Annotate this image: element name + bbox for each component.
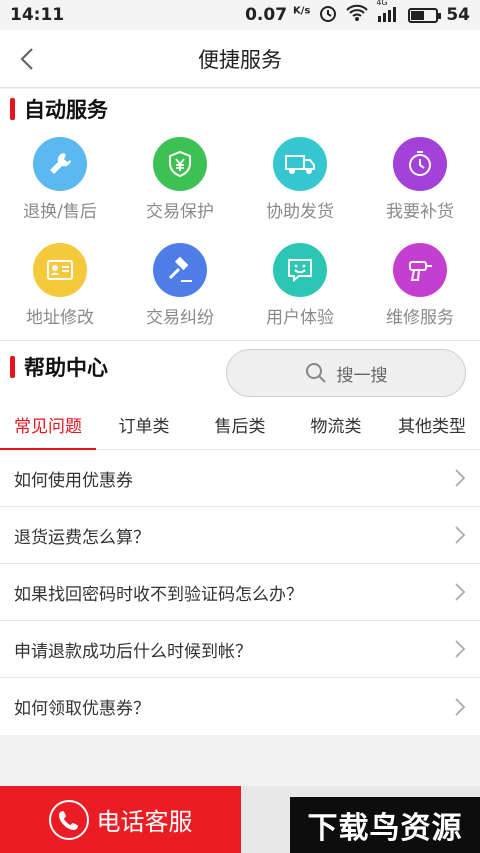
service-label: 交易保护 — [146, 202, 214, 222]
chevron-right-icon — [455, 697, 466, 716]
bottom-right-area: 下载鸟资源 — [241, 786, 480, 853]
list-item[interactable]: 申请退款成功后什么时候到帐？ — [0, 621, 480, 678]
status-time: 14:11 — [10, 5, 65, 25]
service-label: 地址修改 — [26, 308, 94, 328]
bottom-bar: 电话客服 下载鸟资源 — [0, 786, 480, 853]
tab-logistics[interactable]: 物流类 — [288, 400, 384, 449]
service-user-experience[interactable]: 用户体验 — [240, 235, 360, 341]
faq-question: 如何领取优惠券？ — [14, 699, 150, 719]
page-title: 便捷服务 — [198, 47, 282, 72]
service-circle — [273, 137, 327, 191]
service-returns[interactable]: 退换/售后 — [0, 129, 120, 235]
list-item[interactable]: 退货运费怎么算？ — [0, 507, 480, 564]
phone-service-button[interactable]: 电话客服 — [0, 786, 241, 853]
service-circle — [33, 137, 87, 191]
shield-yen-icon — [169, 150, 191, 178]
chevron-right-icon — [455, 583, 466, 601]
auto-service-header: 自动服务 — [0, 89, 480, 129]
service-label: 用户体验 — [266, 308, 334, 328]
network-type: 4G — [376, 0, 388, 7]
chevron-right-icon — [455, 526, 466, 544]
service-grid: 退换/售后 交易保护 协助发货 我要补货 地址修改 交易纠纷 用户体验 维修服务 — [0, 129, 480, 341]
faq-list: 如何使用优惠券 退货运费怎么算？ 如果找回密码时收不到验证码怎么办？ 申请退款成… — [0, 450, 480, 735]
list-item[interactable]: 如果找回密码时收不到验证码怎么办？ — [0, 564, 480, 621]
tab-common-questions[interactable]: 常见问题 — [0, 400, 96, 450]
faq-question: 申请退款成功后什么时候到帐？ — [14, 641, 252, 662]
service-circle — [33, 243, 87, 297]
nav-bar: 便捷服务 — [0, 30, 480, 88]
faq-question: 如何使用优惠券 — [14, 470, 133, 491]
battery-fill — [411, 10, 425, 20]
service-circle — [153, 243, 207, 297]
address-card-icon — [47, 260, 73, 280]
section-title: 自动服务 — [24, 98, 108, 122]
search-icon — [305, 363, 326, 383]
service-trade-protection[interactable]: 交易保护 — [120, 129, 240, 235]
search-placeholder: 搜一搜 — [336, 365, 388, 386]
chevron-right-icon — [455, 640, 466, 658]
service-address-change[interactable]: 地址修改 — [0, 235, 120, 341]
search-input[interactable]: 搜一搜 — [226, 349, 466, 397]
section-title: 帮助中心 — [24, 356, 108, 380]
service-circle — [393, 137, 447, 191]
service-assist-shipping[interactable]: 协助发货 — [240, 129, 360, 235]
smile-chat-icon — [288, 259, 312, 283]
faq-question: 如果找回密码时收不到验证码怎么办？ — [14, 584, 303, 605]
help-center-header: 帮助中心 搜一搜 — [0, 340, 480, 400]
help-center-title-row: 帮助中心 — [0, 347, 108, 387]
alarm-icon — [318, 3, 338, 28]
tab-after-sales[interactable]: 售后类 — [192, 400, 288, 449]
watermark-logo: 下载鸟资源 — [290, 797, 480, 853]
speed-unit: K/s — [292, 5, 311, 17]
tab-other[interactable]: 其他类型 — [384, 400, 480, 449]
status-right: 0.07 K/s 4G 54 — [245, 0, 470, 28]
service-label: 协助发货 — [266, 202, 334, 222]
clock-icon — [409, 151, 431, 176]
help-tabs: 常见问题 订单类 售后类 物流类 其他类型 — [0, 400, 480, 450]
drill-icon — [409, 261, 432, 281]
battery-icon — [408, 7, 442, 23]
speed-value: 0.07 — [245, 5, 288, 25]
gavel-icon — [168, 256, 192, 282]
service-restock[interactable]: 我要补货 — [360, 129, 480, 235]
wrench-icon — [50, 153, 71, 174]
tab-orders[interactable]: 订单类 — [96, 400, 192, 449]
phone-service-label: 电话客服 — [96, 808, 193, 836]
list-item[interactable]: 如何领取优惠券？ — [0, 678, 480, 735]
signal-icon: 4G — [376, 0, 400, 27]
service-circle — [153, 137, 207, 191]
list-item[interactable]: 如何使用优惠券 — [0, 450, 480, 507]
faq-question: 退货运费怎么算？ — [14, 527, 150, 548]
status-bar: 14:11 0.07 K/s 4G 54 — [0, 0, 480, 30]
truck-icon — [285, 155, 315, 174]
service-circle — [273, 243, 327, 297]
back-arrow-icon[interactable] — [12, 44, 42, 74]
section-marker — [10, 98, 15, 120]
service-dispute[interactable]: 交易纠纷 — [120, 235, 240, 341]
service-label: 退换/售后 — [23, 202, 97, 222]
battery-percent: 54 — [446, 5, 470, 25]
service-circle — [393, 243, 447, 297]
service-label: 维修服务 — [386, 308, 454, 328]
service-repair[interactable]: 维修服务 — [360, 235, 480, 341]
service-label: 交易纠纷 — [146, 308, 214, 328]
service-label: 我要补货 — [386, 202, 454, 222]
wifi-icon — [346, 4, 369, 27]
auto-service-section: 自动服务 退换/售后 交易保护 协助发货 我要补货 地址修改 交易纠纷 用户体验… — [0, 89, 480, 340]
section-marker — [10, 356, 15, 378]
network-speed: 0.07 K/s — [245, 5, 310, 25]
chevron-right-icon — [455, 469, 466, 487]
phone-icon — [48, 799, 89, 840]
